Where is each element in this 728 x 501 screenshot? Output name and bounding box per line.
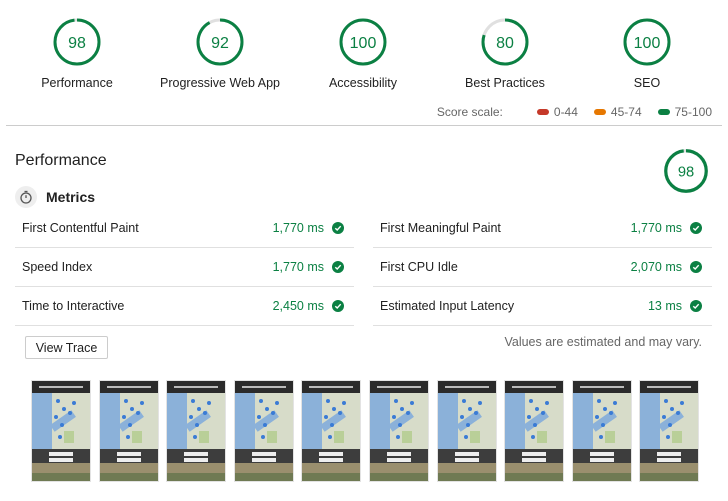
metric-name: First CPU Idle [380,260,458,274]
gauge-pwa[interactable]: 92 Progressive Web App [140,17,300,90]
metric-value: 2,070 ms [630,260,682,274]
filmstrip-frame [370,381,428,481]
performance-section-gauge: 98 [663,148,709,199]
scale-range-label: 0-44 [553,105,578,119]
gauge-label: SEO [633,76,661,90]
gauge-score: 98 [678,165,694,181]
metric-name: Time to Interactive [22,299,125,313]
gauge-score: 92 [211,35,229,52]
score-gauge-icon: 100 [339,18,387,66]
average-color-swatch [593,109,606,115]
screenshot-filmstrip [0,381,728,501]
scale-range-average: 45-74 [593,105,642,119]
score-gauge-icon: 92 [196,18,244,66]
filmstrip-frame [572,381,631,481]
pass-check-icon [690,261,702,273]
gauge-best-practices[interactable]: 80 Best Practices [425,17,585,90]
score-scale: Score scale: 0-44 45-74 75-100 [437,105,712,119]
gauge-score: 80 [496,35,514,52]
filmstrip-frame [505,381,564,481]
metric-value: 13 ms [647,299,682,313]
filmstrip-frame [234,381,293,481]
metric-first-cpu-idle: First CPU Idle 2,070 ms [373,248,712,287]
metric-value: 1,770 ms [272,260,324,274]
metric-name: Speed Index [22,260,93,274]
scale-range-pass: 75-100 [657,105,712,119]
gauge-score: 100 [350,35,377,52]
estimate-note: Values are estimated and may vary. [504,335,702,349]
gauge-label: Accessibility [328,76,398,90]
metric-estimated-input-latency: Estimated Input Latency 13 ms [373,287,712,326]
pass-check-icon [690,300,702,312]
pass-check-icon [332,261,344,273]
metric-name: First Contentful Paint [22,221,139,235]
gauge-label: Performance [41,76,113,90]
metric-name: Estimated Input Latency [380,299,515,313]
score-scale-label: Score scale: [436,105,503,119]
section-divider [6,125,722,126]
metric-speed-index: Speed Index 1,770 ms [15,248,354,287]
pass-check-icon [690,222,702,234]
gauge-seo[interactable]: 100 SEO [567,17,727,90]
gauge-score: 100 [634,35,661,52]
filmstrip-frame [167,381,226,481]
score-gauge-icon: 80 [481,18,529,66]
gauge-label: Progressive Web App [160,76,280,90]
view-trace-button[interactable]: View Trace [25,336,108,359]
gauge-score: 98 [68,35,86,52]
filmstrip-frame [32,381,90,481]
gauge-performance[interactable]: 98 Performance [0,17,157,90]
filmstrip-frame [640,381,699,481]
score-gauge-icon: 98 [664,149,708,193]
metric-value: 1,770 ms [630,221,682,235]
gauge-label: Best Practices [465,76,545,90]
metric-first-meaningful-paint: First Meaningful Paint 1,770 ms [373,209,712,248]
metrics-header: Metrics [15,186,95,208]
pass-color-swatch [657,109,670,115]
score-gauge-icon: 98 [53,18,101,66]
filmstrip-frame [99,381,158,481]
scale-range-label: 75-100 [674,105,712,119]
metric-value: 2,450 ms [272,299,324,313]
metric-value: 1,770 ms [272,221,324,235]
scale-range-label: 45-74 [610,105,642,119]
fail-color-swatch [536,109,549,115]
pass-check-icon [332,300,344,312]
metric-name: First Meaningful Paint [380,221,501,235]
pass-check-icon [332,222,344,234]
metric-first-contentful-paint: First Contentful Paint 1,770 ms [15,209,354,248]
filmstrip-frame [302,381,361,481]
stopwatch-icon [15,186,37,208]
score-gauge-icon: 100 [623,18,671,66]
filmstrip-frame [437,381,496,481]
performance-section-title: Performance [15,152,107,169]
metrics-title: Metrics [46,189,96,205]
gauge-accessibility[interactable]: 100 Accessibility [283,17,443,90]
scale-range-fail: 0-44 [536,105,578,119]
metric-time-to-interactive: Time to Interactive 2,450 ms [15,287,354,326]
